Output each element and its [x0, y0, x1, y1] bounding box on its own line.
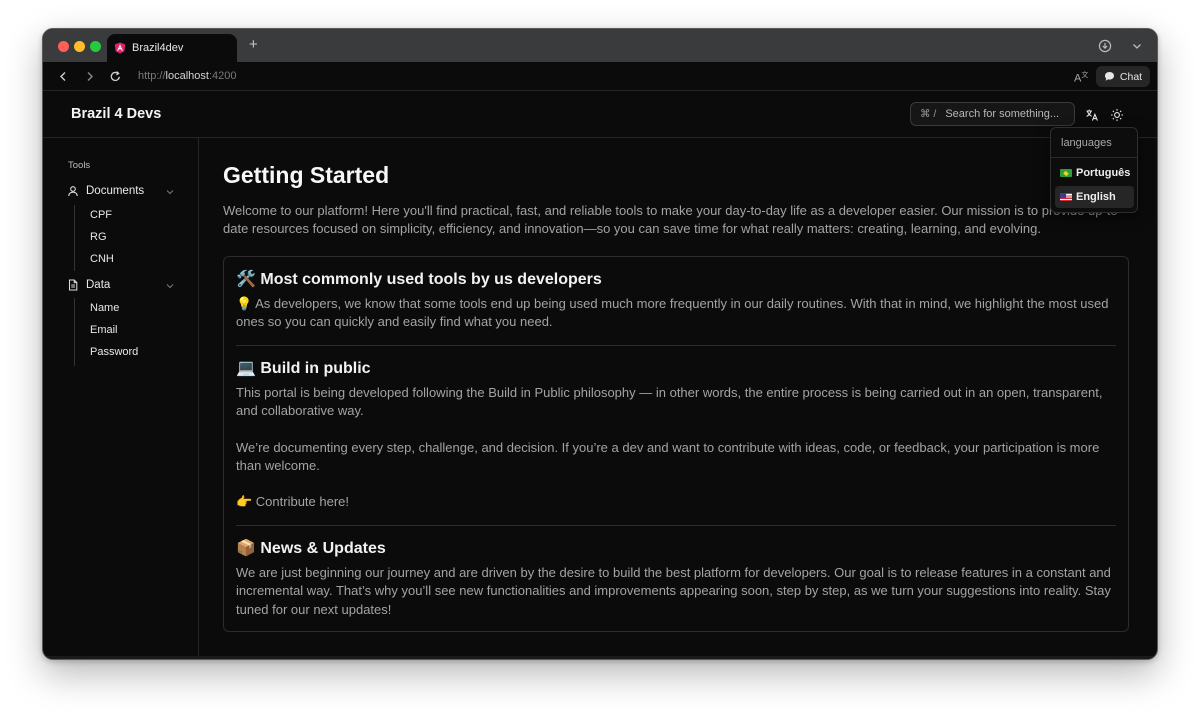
user-icon [68, 186, 78, 197]
sidebar-item-name[interactable]: Name [90, 302, 119, 314]
sidebar-item-email[interactable]: Email [90, 324, 118, 336]
sidebar-item-password[interactable]: Password [90, 346, 138, 358]
window-bottom-edge [43, 656, 1157, 659]
language-menu: languages Português English [1050, 127, 1138, 213]
info-card: 🛠️ Most commonly used tools by us develo… [223, 256, 1129, 632]
url-field[interactable]: http://localhost:4200 [138, 70, 236, 82]
close-window-button[interactable] [58, 41, 69, 52]
section-title: 📦 News & Updates [236, 540, 386, 557]
maximize-window-button[interactable] [90, 41, 101, 52]
language-toggle-button[interactable] [1084, 107, 1100, 123]
brazil-flag-icon [1060, 169, 1072, 177]
main-content: Getting Started Welcome to our platform!… [200, 138, 1157, 659]
new-tab-button[interactable]: + [249, 37, 258, 53]
page-title: Getting Started [223, 162, 390, 188]
section-divider [236, 525, 1116, 526]
search-placeholder: Search for something... [945, 108, 1060, 120]
sidebar-item-rg[interactable]: RG [90, 231, 107, 243]
chevron-down-icon [166, 284, 174, 289]
section-paragraph: We are just beginning our journey and ar… [236, 565, 1111, 617]
translate-icon[interactable]: A文 [1074, 70, 1088, 85]
forward-icon[interactable] [83, 70, 96, 83]
search-shortcut: ⌘ / [920, 108, 937, 120]
brand-title[interactable]: Brazil 4 Devs [71, 106, 161, 122]
file-text-icon [68, 279, 78, 291]
language-option-english[interactable]: English [1055, 186, 1134, 208]
search-input[interactable]: ⌘ / Search for something... [910, 102, 1075, 126]
language-option-label: Português [1076, 167, 1131, 179]
language-menu-title: languages [1061, 137, 1112, 149]
contribute-link[interactable]: 👉 Contribute here! [236, 493, 1116, 511]
chat-bubble-icon [1104, 72, 1114, 81]
section-paragraph: This portal is being developed following… [236, 385, 1103, 419]
chat-label: Chat [1119, 70, 1143, 83]
app-header: Brazil 4 Devs ⌘ / Search for something..… [43, 92, 1157, 138]
language-option-portuguese[interactable]: Português [1055, 162, 1134, 184]
theme-toggle-button[interactable] [1109, 107, 1125, 123]
language-menu-divider [1051, 157, 1137, 158]
tab-title: Brazil4dev [132, 42, 184, 54]
reload-icon[interactable] [109, 70, 122, 83]
section-news-updates: 📦 News & Updates We are just beginning o… [236, 538, 1116, 619]
intro-paragraph: Welcome to our platform! Here you'll fin… [223, 203, 1122, 237]
us-flag-icon [1060, 193, 1072, 201]
section-paragraph: We’re documenting every step, challenge,… [236, 439, 1100, 473]
sidebar: Tools Documents CPF RG CNH Data Name Ema… [43, 138, 199, 659]
chat-button[interactable]: Chat [1096, 66, 1150, 87]
browser-tab[interactable]: Brazil4dev [107, 34, 237, 62]
address-bar: http://localhost:4200 A文 Chat [43, 62, 1157, 91]
sidebar-group-documents[interactable]: Documents [67, 185, 177, 197]
sidebar-item-cnh[interactable]: CNH [90, 253, 114, 265]
chevron-down-icon [166, 190, 174, 195]
tab-bar: Brazil4dev + [43, 29, 1157, 62]
section-most-used: 🛠️ Most commonly used tools by us develo… [236, 269, 1116, 332]
angular-logo-icon [114, 42, 126, 54]
section-divider [236, 345, 1116, 346]
sidebar-group-label: Documents [86, 185, 145, 197]
languages-icon [1086, 109, 1098, 121]
minimize-window-button[interactable] [74, 41, 85, 52]
section-title: 💻 Build in public [236, 360, 371, 377]
back-icon[interactable] [57, 70, 70, 83]
sidebar-group-data[interactable]: Data [67, 279, 177, 291]
sun-icon [1111, 109, 1123, 121]
sidebar-item-cpf[interactable]: CPF [90, 209, 112, 221]
sidebar-title: Tools [68, 160, 91, 171]
sidebar-tree-line [74, 205, 75, 271]
section-paragraph: 💡 As developers, we know that some tools… [236, 296, 1109, 330]
section-build-in-public: 💻 Build in public This portal is being d… [236, 358, 1116, 511]
browser-window: Brazil4dev + http://localhost:4200 A文 Ch… [42, 28, 1158, 660]
download-icon[interactable] [1098, 39, 1112, 53]
chevron-down-icon[interactable] [1130, 39, 1144, 53]
language-option-label: English [1076, 191, 1116, 203]
sidebar-tree-line [74, 298, 75, 366]
sidebar-group-label: Data [86, 279, 111, 291]
section-title: 🛠️ Most commonly used tools by us develo… [236, 271, 602, 288]
